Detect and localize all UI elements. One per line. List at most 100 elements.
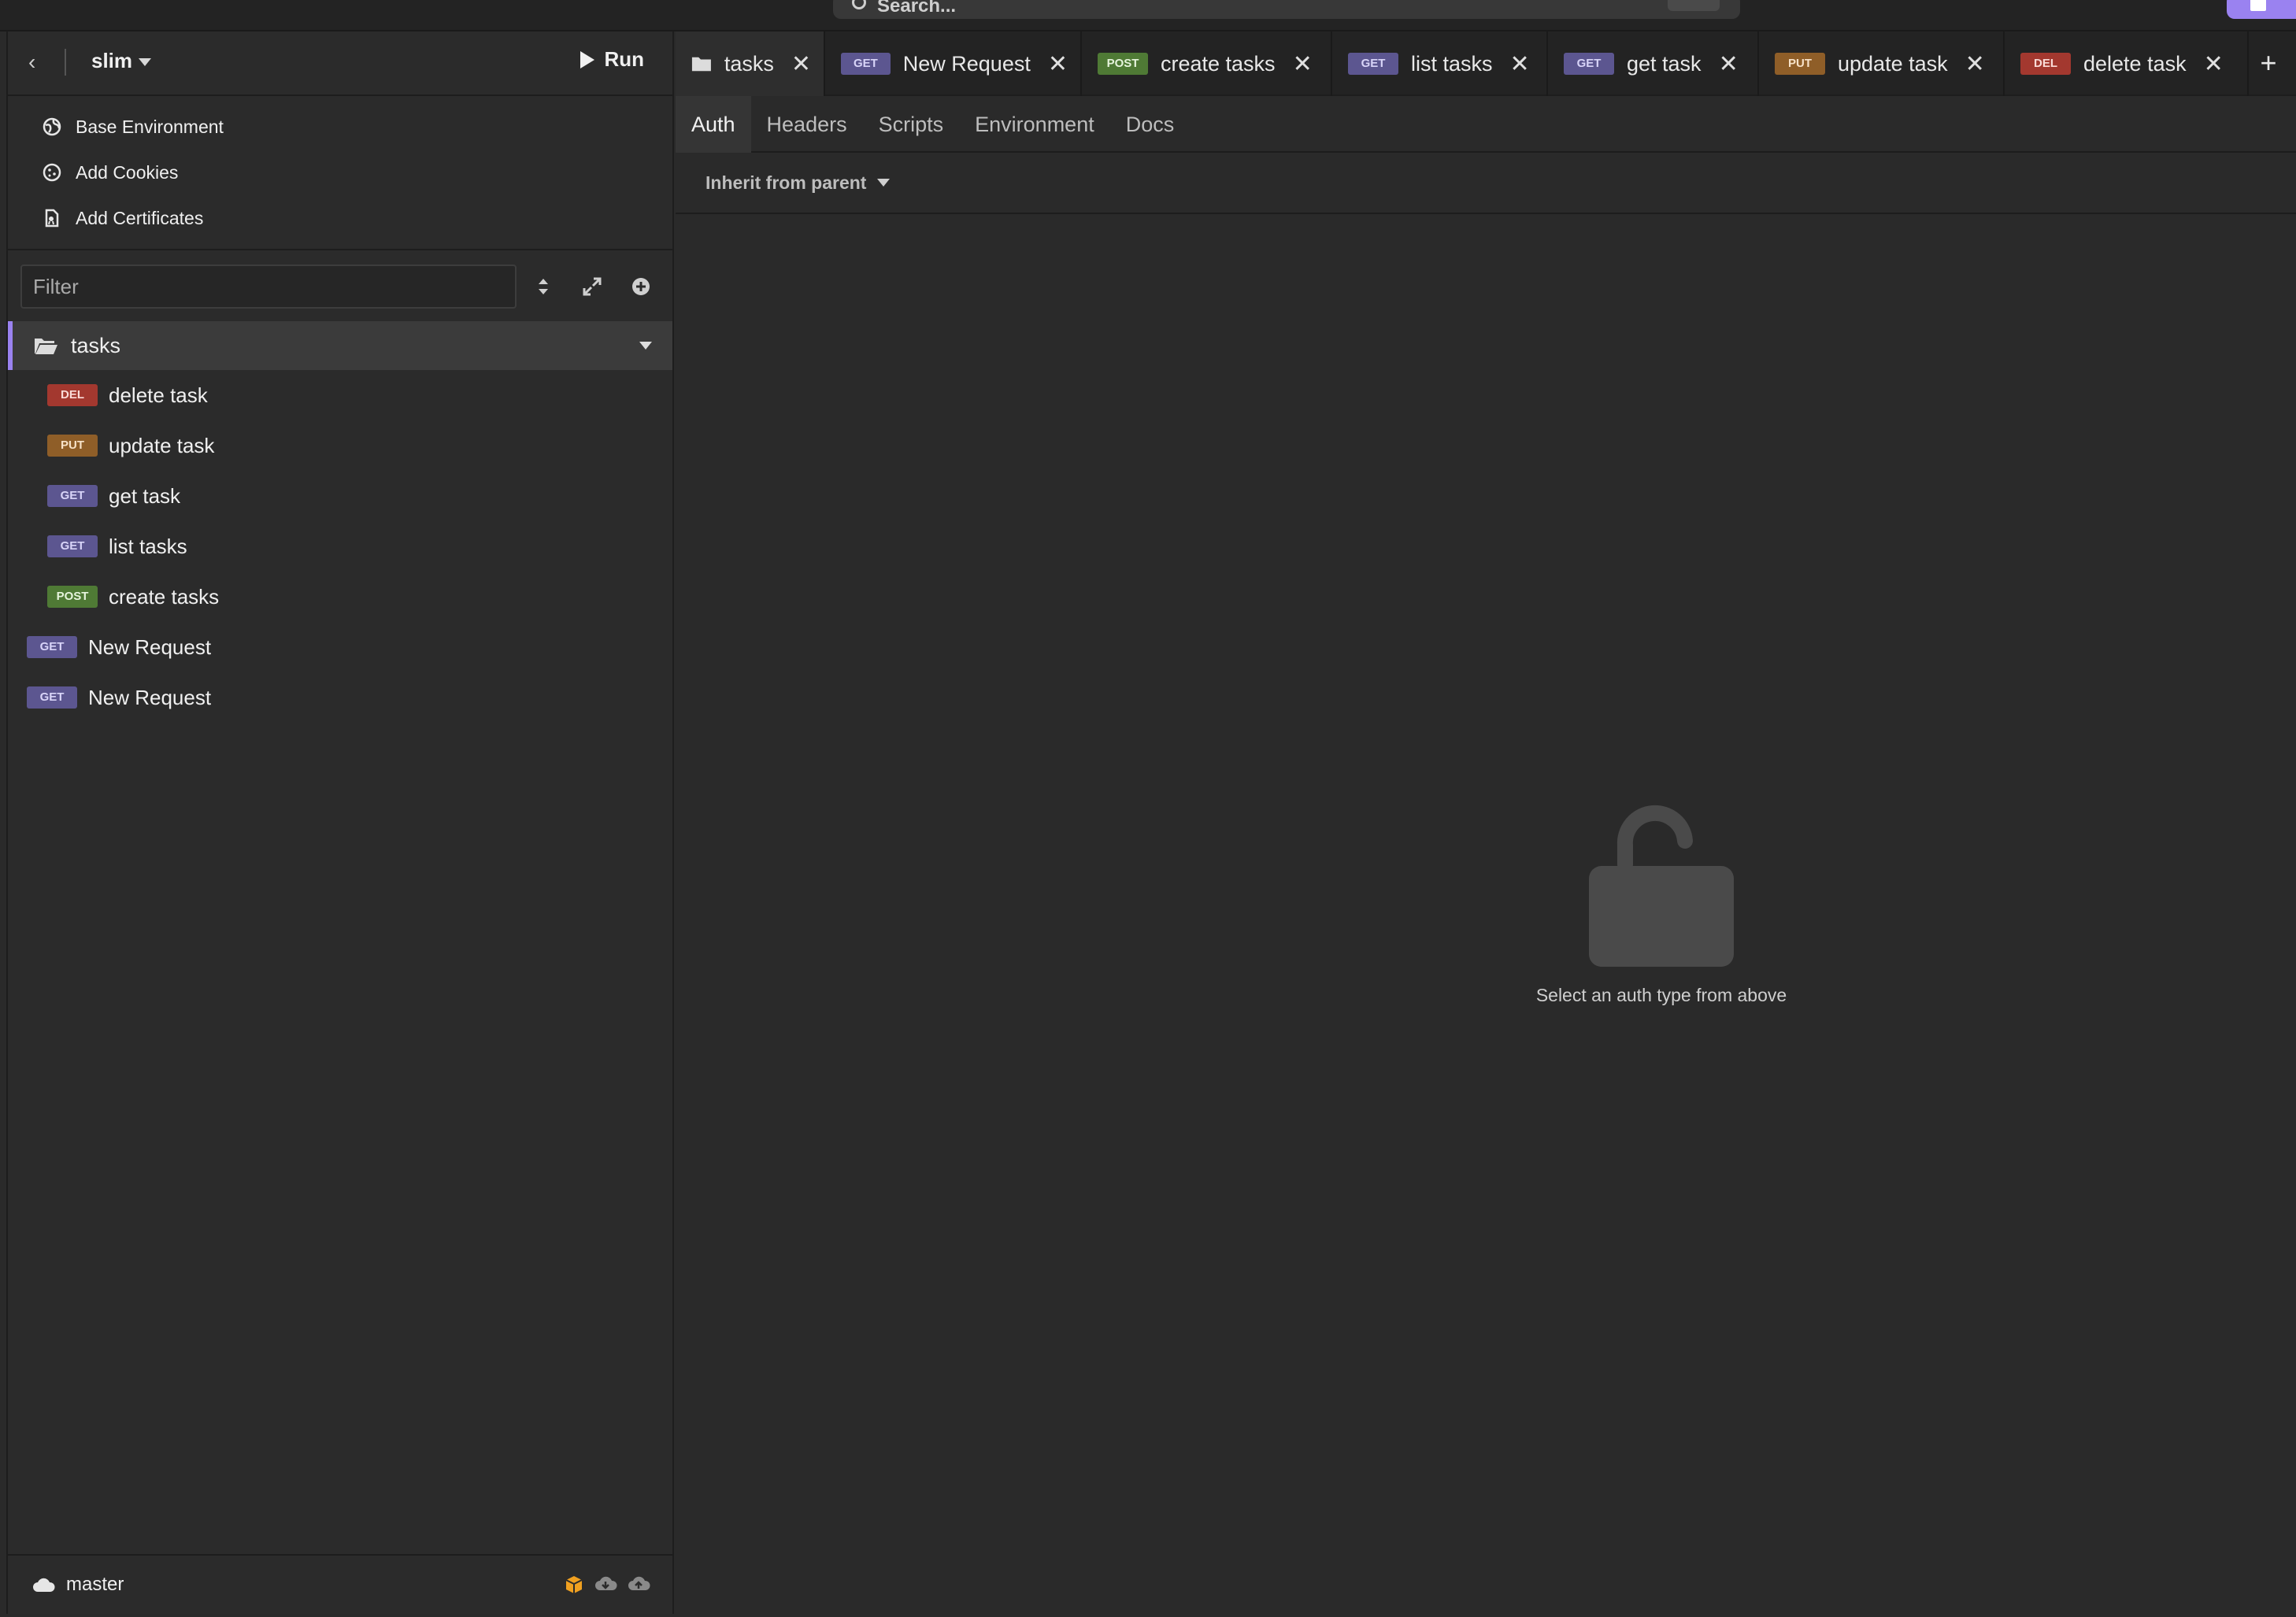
sidebar-footer: master <box>8 1554 672 1614</box>
tab-label: tasks <box>724 51 774 76</box>
tab-docs[interactable]: Docs <box>1110 96 1191 153</box>
auth-type-dropdown[interactable]: Inherit from parent <box>705 172 891 194</box>
request-item[interactable]: DEL delete task <box>8 370 672 420</box>
tab-request[interactable]: GET get task ✕ <box>1548 31 1759 96</box>
request-name: New Request <box>88 685 212 709</box>
play-icon <box>580 50 595 68</box>
close-icon[interactable]: ✕ <box>1719 50 1739 78</box>
folder-tasks[interactable]: tasks <box>8 321 672 370</box>
tab-label: update task <box>1838 51 1948 76</box>
request-item[interactable]: GET list tasks <box>8 521 672 572</box>
tab-request[interactable]: GET list tasks ✕ <box>1332 31 1548 96</box>
package-icon[interactable] <box>564 1574 584 1595</box>
tab-request[interactable]: PUT update task ✕ <box>1759 31 2005 96</box>
environment-list: Base Environment Add Cookies Add Certifi… <box>8 96 672 250</box>
search-bar[interactable]: Search... <box>833 0 1740 19</box>
empty-hint: Select an auth type from above <box>1535 985 1787 1005</box>
add-cookies-item[interactable]: Add Cookies <box>8 150 672 195</box>
auth-type-label: Inherit from parent <box>705 172 867 193</box>
close-icon[interactable]: ✕ <box>791 50 811 78</box>
tab-request[interactable]: DEL delete task ✕ <box>2005 31 2249 96</box>
tab-bar: tasks ✕ GET New Request ✕ POST create ta… <box>676 31 2296 96</box>
close-icon[interactable]: ✕ <box>1965 50 1985 78</box>
method-badge: DEL <box>2020 53 2071 75</box>
document-icon <box>2250 0 2266 11</box>
workspace-name[interactable]: slim <box>91 49 132 73</box>
settings-tabs: Auth Headers Scripts Environment Docs <box>676 96 2296 153</box>
request-name: get task <box>109 483 181 508</box>
request-item[interactable]: GET get task <box>8 471 672 521</box>
app-window: Search... ‹ slim Run Base Environment Ad… <box>0 0 2296 1617</box>
cloud-upload-icon[interactable] <box>627 1574 650 1595</box>
tab-request[interactable]: POST create tasks ✕ <box>1082 31 1332 96</box>
shortcut-hint <box>1668 0 1720 11</box>
method-badge: PUT <box>47 435 98 457</box>
search-icon <box>852 0 866 9</box>
tab-label: New Request <box>902 51 1031 76</box>
back-icon[interactable]: ‹ <box>28 50 52 74</box>
cloud-icon <box>33 1578 55 1592</box>
close-icon[interactable]: ✕ <box>1293 50 1313 78</box>
auth-empty-state: Select an auth type from above <box>1496 801 1827 1006</box>
folder-name: tasks <box>71 333 121 357</box>
tab-label: delete task <box>2083 51 2187 76</box>
branch-name[interactable]: master <box>66 1574 124 1596</box>
request-name: New Request <box>88 635 212 659</box>
globe-icon <box>43 117 61 136</box>
tab-label: get task <box>1627 51 1702 76</box>
method-badge: GET <box>27 636 77 658</box>
sort-icon[interactable] <box>532 276 554 298</box>
request-name: list tasks <box>109 534 187 558</box>
method-badge: DEL <box>47 384 98 406</box>
close-icon[interactable]: ✕ <box>1048 50 1068 78</box>
sync-button[interactable] <box>2227 0 2296 19</box>
run-label: Run <box>604 47 644 71</box>
tab-scripts[interactable]: Scripts <box>863 96 960 153</box>
tab-folder[interactable]: tasks ✕ <box>676 31 825 96</box>
tab-headers[interactable]: Headers <box>751 96 863 153</box>
method-badge: POST <box>47 586 98 608</box>
request-item[interactable]: GET New Request <box>8 622 672 672</box>
auth-type-row: Inherit from parent <box>676 153 2296 214</box>
request-item[interactable]: POST create tasks <box>8 572 672 622</box>
chevron-down-icon[interactable] <box>139 58 151 66</box>
expand-icon[interactable] <box>581 276 603 298</box>
chevron-down-icon[interactable] <box>639 342 652 350</box>
tab-request[interactable]: GET New Request ✕ <box>825 31 1082 96</box>
certificate-icon <box>45 209 59 228</box>
sidebar: ‹ slim Run Base Environment Add Cookies … <box>6 31 674 1614</box>
request-item[interactable]: PUT update task <box>8 420 672 471</box>
add-certificates-item[interactable]: Add Certificates <box>8 195 672 241</box>
tab-label: create tasks <box>1161 51 1276 76</box>
method-badge: GET <box>47 485 98 507</box>
new-tab-button[interactable]: + <box>2249 31 2288 94</box>
request-name: delete task <box>109 383 208 407</box>
method-badge: GET <box>841 53 891 75</box>
env-item-label: Add Certificates <box>76 207 204 228</box>
divider <box>65 49 66 76</box>
sidebar-header: ‹ slim Run <box>8 31 672 96</box>
method-badge: GET <box>1348 53 1398 75</box>
request-item[interactable]: GET New Request <box>8 672 672 723</box>
chevron-down-icon <box>877 179 891 187</box>
add-circle-icon[interactable] <box>630 276 652 298</box>
tab-environment[interactable]: Environment <box>959 96 1110 153</box>
env-item-label: Base Environment <box>76 116 224 137</box>
close-icon[interactable]: ✕ <box>1510 50 1530 78</box>
base-environment-item[interactable]: Base Environment <box>8 104 672 150</box>
tab-auth[interactable]: Auth <box>676 96 751 153</box>
request-name: create tasks <box>109 584 220 609</box>
folder-open-icon <box>35 339 57 354</box>
tab-label: list tasks <box>1411 51 1493 76</box>
cloud-download-icon[interactable] <box>594 1574 617 1595</box>
run-button[interactable]: Run <box>580 47 644 72</box>
method-badge: GET <box>1564 53 1614 75</box>
filter-input[interactable]: Filter <box>20 265 517 309</box>
top-bar: Search... <box>0 0 2296 31</box>
env-item-label: Add Cookies <box>76 161 179 183</box>
cookie-icon <box>43 163 61 182</box>
method-badge: GET <box>27 686 77 709</box>
method-badge: PUT <box>1775 53 1825 75</box>
close-icon[interactable]: ✕ <box>2204 50 2224 78</box>
unlock-icon <box>1589 805 1734 967</box>
